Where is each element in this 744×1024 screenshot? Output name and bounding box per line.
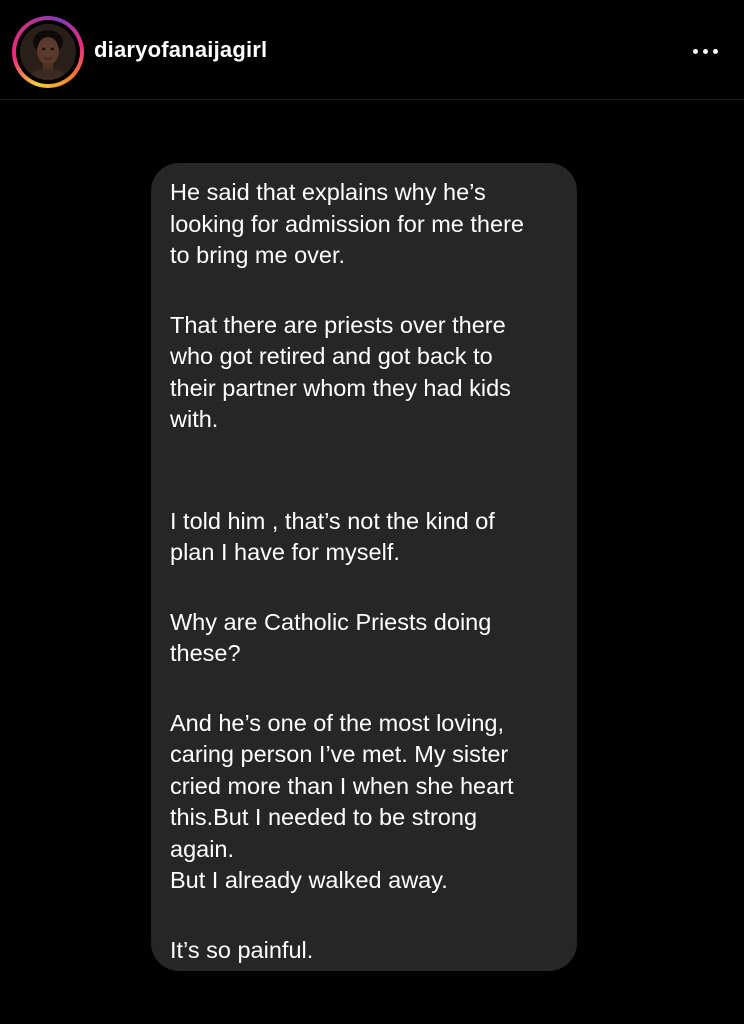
message-paragraph: Why are Catholic Priests doing these? (170, 608, 492, 667)
message-paragraph: It’s so painful. (170, 936, 314, 963)
dot-icon (702, 48, 708, 54)
dot-icon (692, 48, 698, 54)
message-bubble: He said that explains why he’s looking f… (151, 163, 577, 971)
message-paragraph: He said that explains why he’s looking f… (170, 179, 524, 268)
post-header: diaryofanaijagirl (0, 0, 744, 100)
avatar[interactable] (20, 24, 76, 80)
message-paragraph: And he’s one of the most loving, caring … (170, 709, 514, 894)
dot-icon (712, 48, 718, 54)
story-ring[interactable] (12, 16, 84, 88)
profile-photo-icon (20, 24, 76, 80)
message-paragraph: I told him , that’s not the kind of plan… (170, 507, 495, 566)
username[interactable]: diaryofanaijagirl (94, 36, 267, 64)
message-paragraph: That there are priests over there who go… (170, 311, 511, 433)
more-options-icon[interactable] (688, 34, 722, 68)
